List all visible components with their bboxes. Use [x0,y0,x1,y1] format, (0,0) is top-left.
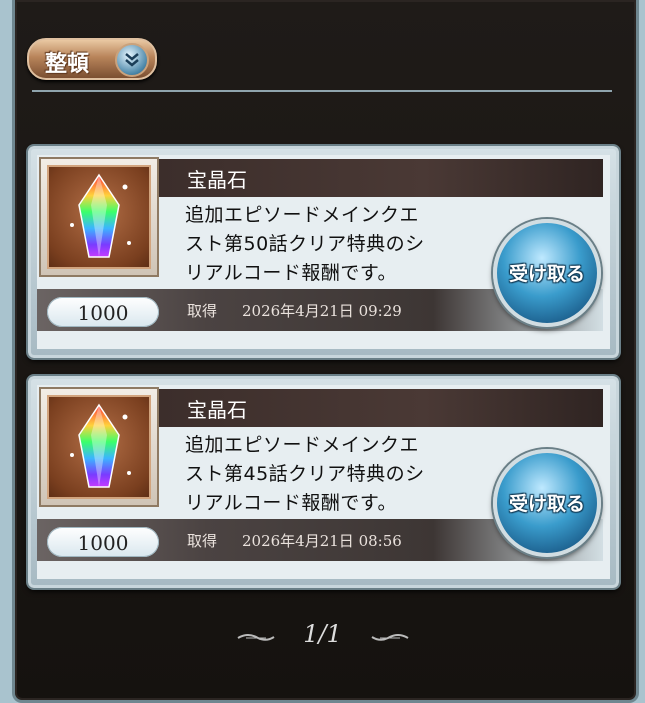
acquired-date: 2026年4月21日 09:29 [242,302,402,320]
description-line: リアルコード報酬です。 [185,492,398,514]
item-description: 追加エピソードメインクエ スト第45話クリア特典のシ リアルコード報酬です。 [185,431,485,518]
item-title: 宝晶石 [187,398,247,422]
sort-button[interactable]: 整頓 [27,38,157,80]
quantity-pill: 1000 [47,527,159,557]
acquired-date: 2026年4月21日 08:56 [242,532,402,550]
quantity-pill: 1000 [47,297,159,327]
item-title: 宝晶石 [187,168,247,192]
page-indicator: 1/1 [303,620,342,648]
description-line: リアルコード報酬です。 [185,262,398,284]
item-thumbnail [41,159,157,275]
header-divider [32,90,612,92]
acquired-label: 取得 [187,532,218,550]
receive-label: 受け取る [508,493,585,515]
gift-item-card: 宝晶石 [28,146,619,358]
item-quantity: 1000 [77,301,129,325]
item-title-band: 宝晶石 [159,389,603,427]
description-line: 追加エピソードメインクエ [185,434,420,456]
sort-label: 整頓 [45,51,90,77]
item-title-band: 宝晶石 [159,159,603,197]
receive-button[interactable]: 受け取る [493,449,601,557]
item-thumbnail [41,389,157,505]
chevron-down-double-icon [115,43,149,77]
crystal-icon [70,403,131,488]
gift-item-card: 宝晶石 [28,376,619,588]
flourish-right-icon [371,634,409,641]
pagination: 1/1 [0,620,645,654]
receive-label: 受け取る [508,263,585,285]
receive-button[interactable]: 受け取る [493,219,601,327]
acquired-label: 取得 [187,302,218,320]
item-quantity: 1000 [77,531,129,555]
crystal-icon [70,173,131,258]
description-line: 追加エピソードメインクエ [185,204,420,226]
description-line: スト第50話クリア特典のシ [185,233,425,255]
item-description: 追加エピソードメインクエ スト第50話クリア特典のシ リアルコード報酬です。 [185,201,485,288]
description-line: スト第45話クリア特典のシ [185,463,425,485]
